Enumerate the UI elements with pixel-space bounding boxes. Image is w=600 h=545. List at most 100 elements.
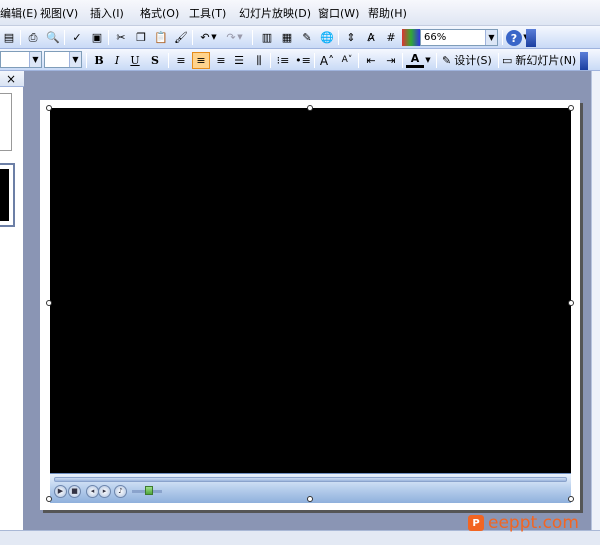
increase-indent-icon[interactable]: ⇥ [382, 52, 400, 69]
menu-view[interactable]: 视图(V) [40, 6, 78, 22]
volume-slider-handle[interactable] [145, 486, 153, 495]
design-icon: ✎ [442, 54, 452, 67]
underline-button[interactable]: U [126, 52, 144, 69]
zoom-value: 66% [424, 32, 447, 43]
redo-dropdown-icon[interactable]: ▼ [236, 29, 244, 46]
menu-tools[interactable]: 工具(T) [189, 6, 226, 22]
align-left-icon[interactable]: ≡ [172, 52, 190, 69]
insert-chart-icon[interactable]: ▥ [258, 29, 276, 46]
color-grayscale-icon[interactable] [402, 29, 420, 46]
design-button[interactable]: ✎ 设计(S) [442, 52, 492, 69]
menu-edit[interactable]: 编辑(E) [0, 6, 38, 22]
numbering-icon[interactable]: ⁝≡ [274, 52, 292, 69]
resize-handle-left[interactable] [46, 300, 52, 306]
video-area[interactable] [50, 108, 571, 473]
bullets-icon[interactable]: •≡ [294, 52, 312, 69]
toolbar-separator [436, 53, 437, 68]
decrease-indent-icon[interactable]: ⇤ [362, 52, 380, 69]
slide-thumbnail[interactable] [0, 93, 12, 151]
toolbar-separator [192, 30, 193, 45]
insert-table-icon[interactable]: ▦ [278, 29, 296, 46]
toolbar-options-icon[interactable] [526, 29, 536, 47]
font-color-dropdown-icon[interactable]: ▼ [424, 52, 432, 69]
resize-handle-bottom-right[interactable] [568, 496, 574, 502]
menu-format[interactable]: 格式(O) [140, 6, 179, 22]
design-button-label: 设计(S) [454, 54, 492, 67]
print-icon[interactable]: ⎙ [24, 29, 42, 46]
research-icon[interactable]: ▣ [88, 29, 106, 46]
toolbar-separator [502, 30, 503, 45]
menu-help[interactable]: 帮助(H) [368, 6, 407, 22]
font-name-combo[interactable]: ▼ [0, 51, 42, 68]
chevron-down-icon[interactable]: ▼ [69, 52, 81, 67]
decrease-font-icon[interactable]: A˅ [338, 52, 356, 69]
resize-handle-top[interactable] [307, 105, 313, 111]
print-preview-icon[interactable]: 🔍 [44, 29, 62, 46]
slides-pane: × [0, 71, 24, 545]
watermark-text: eeppt.com [488, 513, 579, 533]
spelling-icon[interactable]: ✓ [68, 29, 86, 46]
chevron-down-icon[interactable]: ▼ [485, 30, 497, 45]
expand-all-icon[interactable]: ⇕ [342, 29, 360, 46]
menu-slideshow[interactable]: 幻灯片放映(D) [239, 6, 311, 22]
seek-bar[interactable] [54, 477, 567, 482]
toolbar-separator [252, 30, 253, 45]
thumbnail-preview [0, 169, 9, 221]
zoom-combo[interactable]: 66% ▼ [420, 29, 498, 46]
resize-handle-bottom-left[interactable] [46, 496, 52, 502]
toolbar-separator [108, 30, 109, 45]
italic-button[interactable]: I [108, 52, 126, 69]
mute-icon[interactable]: ♪ [114, 485, 127, 498]
hyperlink-icon[interactable]: 🌐 [318, 29, 336, 46]
stop-icon[interactable]: ■ [68, 485, 81, 498]
toolbar-separator [498, 53, 499, 68]
copy-icon[interactable]: ❐ [132, 29, 150, 46]
chevron-down-icon[interactable]: ▼ [29, 52, 41, 67]
align-right-icon[interactable]: ≡ [212, 52, 230, 69]
format-painter-icon[interactable]: 🖌 [172, 29, 190, 46]
next-icon[interactable]: ▸ [98, 485, 111, 498]
increase-font-icon[interactable]: A˄ [318, 52, 336, 69]
vertical-scrollbar[interactable] [591, 71, 600, 545]
close-icon[interactable]: × [6, 72, 16, 86]
paste-icon[interactable]: 📋 [152, 29, 170, 46]
menu-window[interactable]: 窗口(W) [318, 6, 359, 22]
play-icon[interactable]: ▶ [54, 485, 67, 498]
resize-handle-bottom[interactable] [307, 496, 313, 502]
media-player-object[interactable]: ▶ ■ ◂ ▸ ♪ [50, 108, 571, 503]
justify-icon[interactable]: ☰ [230, 52, 248, 69]
standard-toolbar: ▤ ⎙ 🔍 ✓ ▣ ✂ ❐ 📋 🖌 ↶ ▼ ↷ ▼ ▥ ▦ ✎ 🌐 ⇕ A̷ #… [0, 26, 600, 49]
menu-bar: 编辑(E) 视图(V) 插入(I) 格式(O) 工具(T) 幻灯片放映(D) 窗… [0, 0, 600, 26]
help-icon[interactable]: ? [506, 30, 522, 46]
resize-handle-right[interactable] [568, 300, 574, 306]
menu-insert[interactable]: 插入(I) [90, 6, 124, 22]
shadow-button[interactable]: S [146, 52, 164, 69]
watermark-logo-icon: P [468, 515, 484, 531]
pane-tabs: × [0, 71, 24, 87]
toolbar-options-icon[interactable] [580, 52, 588, 70]
bold-button[interactable]: B [90, 52, 108, 69]
resize-handle-top-left[interactable] [46, 105, 52, 111]
slide-thumbnail-selected[interactable] [0, 163, 15, 227]
permission-icon[interactable]: ▤ [0, 29, 18, 46]
watermark: P eeppt.com [468, 512, 579, 534]
toolbar-separator [402, 53, 403, 68]
show-grid-icon[interactable]: # [382, 29, 400, 46]
cut-icon[interactable]: ✂ [112, 29, 130, 46]
tables-borders-icon[interactable]: ✎ [298, 29, 316, 46]
new-slide-button-label: 新幻灯片(N) [515, 54, 577, 67]
new-slide-button[interactable]: ▭ 新幻灯片(N) [502, 52, 576, 69]
toolbar-separator [86, 53, 87, 68]
toolbar-separator [20, 30, 21, 45]
font-size-combo[interactable]: ▼ [44, 51, 82, 68]
toolbar-separator [64, 30, 65, 45]
distribute-icon[interactable]: ⫼ [250, 52, 268, 69]
undo-dropdown-icon[interactable]: ▼ [210, 29, 218, 46]
toolbar-separator [168, 53, 169, 68]
font-color-icon[interactable]: A [406, 52, 424, 68]
resize-handle-top-right[interactable] [568, 105, 574, 111]
toolbar-separator [270, 53, 271, 68]
align-center-icon[interactable]: ≡ [192, 52, 210, 69]
show-formatting-icon[interactable]: A̷ [362, 29, 380, 46]
formatting-toolbar: ▼ ▼ B I U S ≡ ≡ ≡ ☰ ⫼ ⁝≡ •≡ A˄ A˅ ⇤ ⇥ A … [0, 49, 600, 71]
